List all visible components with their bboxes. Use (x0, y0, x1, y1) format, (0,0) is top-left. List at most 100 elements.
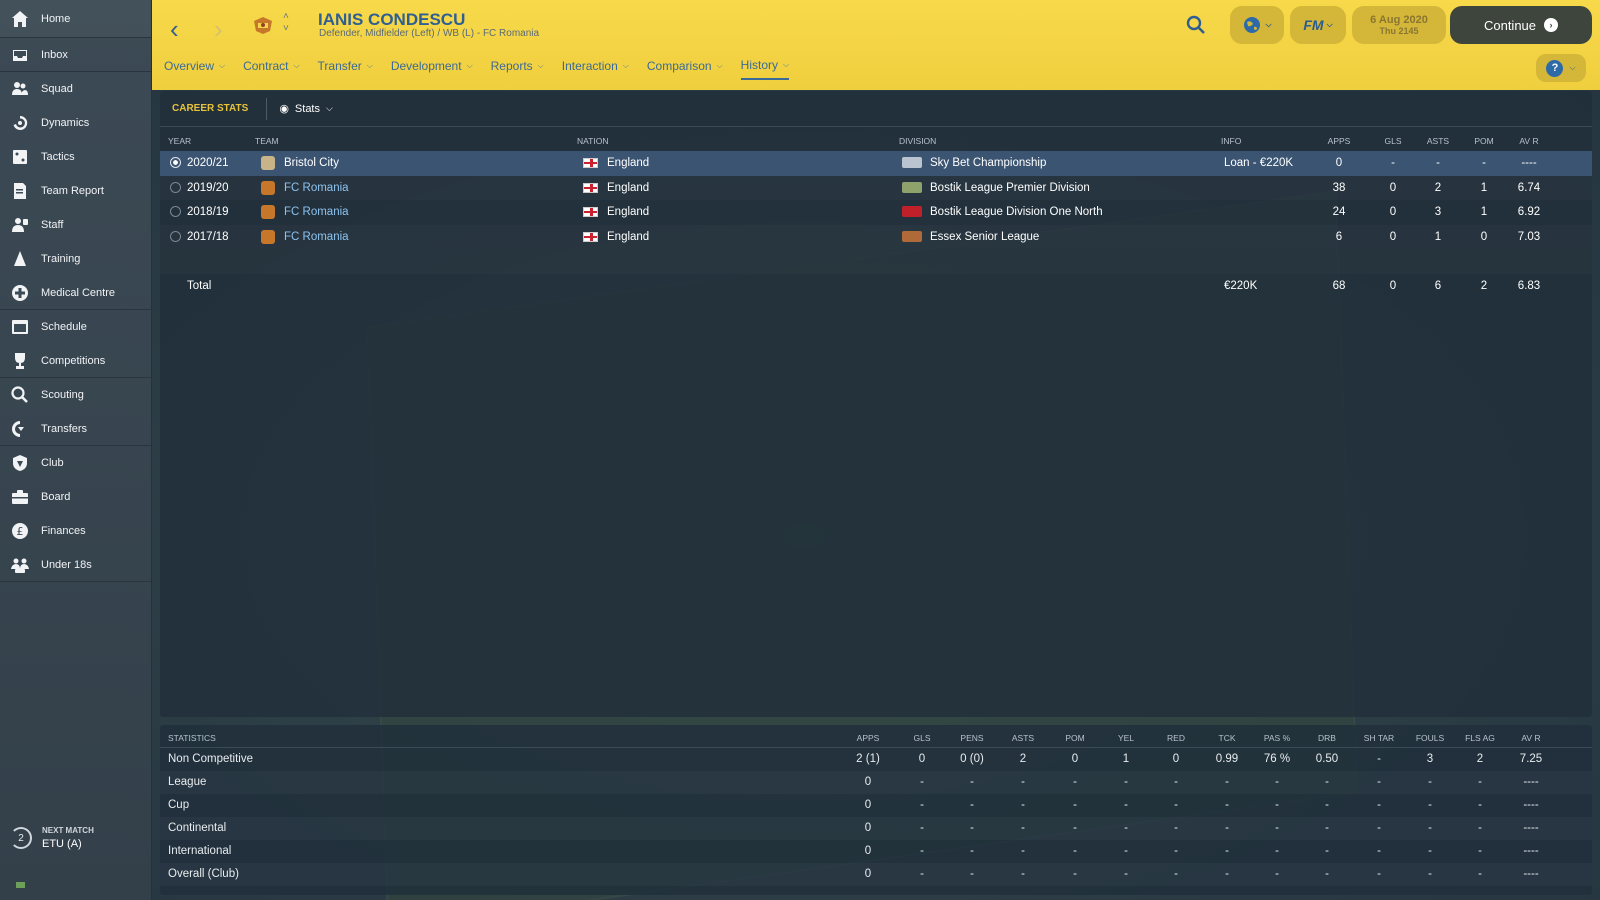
sidebar-item-dynamics[interactable]: Dynamics (0, 106, 151, 140)
career-division[interactable]: Bostik League Division One North (930, 206, 1103, 218)
sidebar-item-inbox[interactable]: Inbox (0, 38, 151, 72)
tab-contract[interactable]: Contract ⌵ (243, 58, 299, 80)
sidebar-item-under-18s[interactable]: Under 18s (0, 548, 151, 582)
career-row[interactable]: 2017/18 FC Romania England Essex Senior Lea… (160, 225, 1592, 250)
career-row[interactable]: 2020/21 Bristol City England Sky Bet Champi… (160, 151, 1592, 176)
stats-cell: 2 (1) (856, 753, 880, 765)
career-col-division[interactable]: DIVISION (899, 136, 936, 146)
stats-cell: ---- (1523, 776, 1539, 788)
career-division[interactable]: Sky Bet Championship (930, 157, 1046, 169)
tab-label: Development (390, 59, 462, 73)
career-row[interactable]: 2018/19 FC Romania England Bostik League Di… (160, 200, 1592, 225)
sidebar-item-team-report[interactable]: Team Report (0, 174, 151, 208)
sidebar-item-board[interactable]: Board (0, 480, 151, 514)
sidebar-item-schedule[interactable]: Schedule (0, 310, 151, 344)
sidebar-item-label: Inbox (41, 48, 68, 61)
stats-col-apps[interactable]: APPS (846, 733, 890, 743)
tab-comparison[interactable]: Comparison ⌵ (647, 58, 723, 80)
back-arrow-icon[interactable]: ‹ (170, 14, 179, 45)
tab-overview[interactable]: Overview ⌵ (164, 58, 225, 80)
career-col-avr[interactable]: AV R (1509, 136, 1549, 146)
chevron-down-icon: ⌵ (622, 61, 629, 70)
tab-history[interactable]: History ⌵ (740, 58, 790, 80)
row-select-radio[interactable] (170, 230, 181, 242)
row-select-radio[interactable] (170, 206, 181, 217)
career-team[interactable]: FC Romania (284, 182, 349, 194)
stats-col-yel[interactable]: YEL (1104, 733, 1148, 743)
stats-col-statistics[interactable]: STATISTICS (168, 733, 216, 743)
stats-col-pom[interactable]: POM (1053, 733, 1097, 743)
stats-cell: - (1275, 868, 1279, 880)
date-display[interactable]: 6 Aug 2020 Thu 2145 (1352, 6, 1446, 44)
career-col-team[interactable]: TEAM (255, 136, 279, 146)
row-select-radio[interactable] (170, 157, 181, 168)
stats-cell: - (970, 845, 974, 857)
tab-development[interactable]: Development ⌵ (391, 58, 473, 80)
tab-transfer[interactable]: Transfer ⌵ (318, 58, 373, 80)
career-stats-title: CAREER STATS (172, 103, 249, 114)
search-icon[interactable] (1185, 14, 1207, 36)
stats-cell: - (970, 799, 974, 811)
help-button[interactable]: ? ⌵ (1536, 54, 1586, 82)
stats-col-red[interactable]: RED (1154, 733, 1198, 743)
sidebar-item-tactics[interactable]: Tactics (0, 140, 151, 174)
career-col-nation[interactable]: NATION (577, 136, 608, 146)
career-division[interactable]: Bostik League Premier Division (930, 182, 1090, 194)
career-team[interactable]: FC Romania (284, 206, 349, 218)
forward-arrow-icon[interactable]: › (214, 14, 223, 45)
tab-reports[interactable]: Reports ⌵ (491, 58, 544, 80)
stats-col-tck[interactable]: TCK (1205, 733, 1249, 743)
fm-menu-button[interactable]: FM ⌵ (1290, 6, 1346, 44)
stats-col-fouls[interactable]: FOULS (1408, 733, 1452, 743)
continue-button[interactable]: Continue › (1450, 6, 1592, 44)
stats-col-pens[interactable]: PENS (950, 733, 994, 743)
career-col-gls[interactable]: GLS (1373, 136, 1413, 146)
sidebar-item-competitions[interactable]: Competitions (0, 344, 151, 378)
stats-cell: - (1377, 822, 1381, 834)
world-menu-button[interactable]: ⌵ (1230, 6, 1284, 44)
staff-icon (10, 215, 30, 235)
career-col-info[interactable]: INFO (1221, 136, 1241, 146)
career-gls: - (1391, 157, 1395, 169)
career-total-row: Total €220K 68 0 6 2 6.83 (160, 274, 1592, 299)
sidebar-item-transfers[interactable]: Transfers (0, 412, 151, 446)
career-col-apps[interactable]: APPS (1319, 136, 1359, 146)
sidebar-item-scouting[interactable]: Scouting (0, 378, 151, 412)
chevron-down-icon: ⌵ (1265, 20, 1272, 29)
stats-cell: - (1428, 822, 1432, 834)
sidebar-item-medical-centre[interactable]: Medical Centre (0, 276, 151, 310)
row-select-radio[interactable] (170, 181, 181, 193)
stats-cell: ---- (1523, 868, 1539, 880)
stats-col-asts[interactable]: ASTS (1001, 733, 1045, 743)
career-col-year[interactable]: YEAR (168, 136, 191, 146)
career-col-pom[interactable]: POM (1464, 136, 1504, 146)
sidebar-item-home[interactable]: Home (0, 0, 151, 38)
sidebar-item-training[interactable]: Training (0, 242, 151, 276)
career-team[interactable]: Bristol City (284, 157, 339, 169)
stats-col-gls[interactable]: GLS (900, 733, 944, 743)
sidebar-item-club[interactable]: Club (0, 446, 151, 480)
inbox-icon (10, 45, 30, 65)
career-nation: England (607, 230, 650, 243)
sidebar-item-staff[interactable]: Staff (0, 208, 151, 242)
stats-col-sh-tar[interactable]: SH TAR (1357, 733, 1401, 743)
stats-col-fls-ag[interactable]: FLS AG (1458, 733, 1502, 743)
stats-col-av-r[interactable]: AV R (1509, 733, 1553, 743)
career-pom: 1 (1480, 206, 1488, 218)
next-match[interactable]: 2 NEXT MATCH ETU (A) (10, 826, 94, 850)
career-row[interactable]: 2019/20 FC Romania England Bostik League Pr… (160, 176, 1592, 201)
career-col-asts[interactable]: ASTS (1418, 136, 1458, 146)
tab-interaction[interactable]: Interaction ⌵ (562, 58, 629, 80)
stats-cell: - (1275, 799, 1279, 811)
stats-cell: - (1174, 776, 1178, 788)
player-switch-arrows-icon[interactable]: ˄ ˅ (283, 11, 289, 35)
career-division[interactable]: Essex Senior League (930, 231, 1039, 243)
stats-col-drb[interactable]: DRB (1305, 733, 1349, 743)
career-team[interactable]: FC Romania (284, 231, 349, 243)
sidebar-item-squad[interactable]: Squad (0, 72, 151, 106)
sidebar-item-finances[interactable]: £ Finances (0, 514, 151, 548)
stats-col-pas[interactable]: PAS % (1255, 733, 1299, 743)
stats-view-dropdown[interactable]: ◉ Stats ⌵ (266, 97, 333, 120)
stats-cell: - (1428, 845, 1432, 857)
career-year: 2017/18 (187, 230, 229, 243)
